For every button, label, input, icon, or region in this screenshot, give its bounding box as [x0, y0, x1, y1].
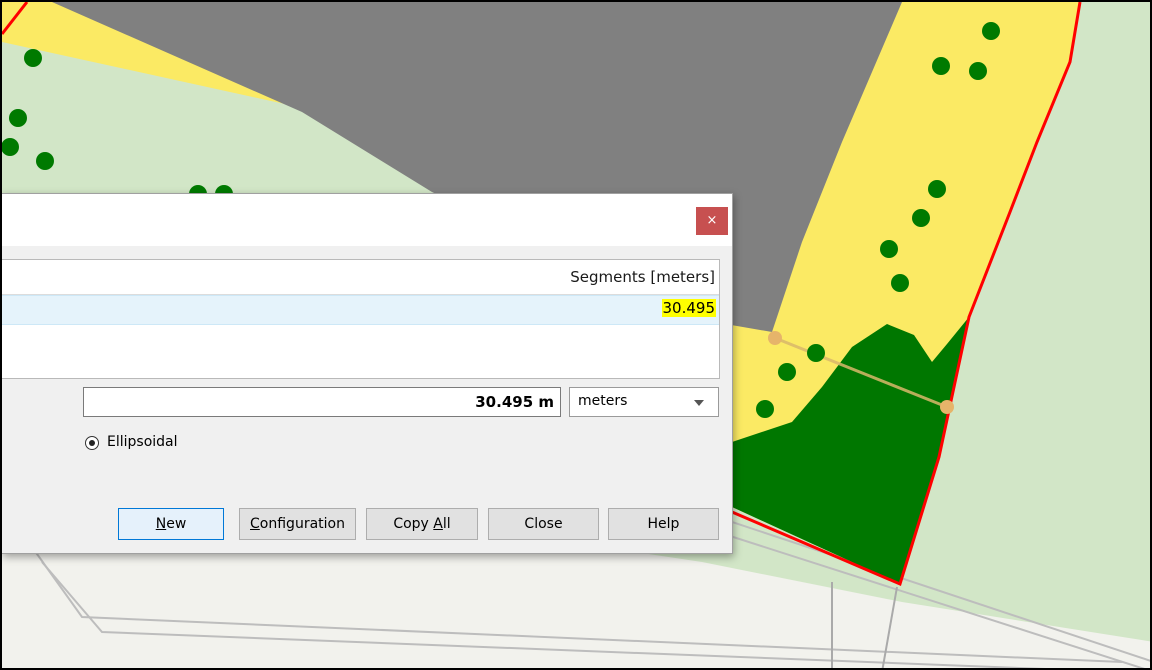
- ellipsoidal-radio[interactable]: [85, 436, 99, 450]
- chevron-down-icon: [694, 400, 704, 406]
- total-length-value: 30.495 m: [475, 393, 554, 411]
- total-length-field[interactable]: 30.495 m: [83, 387, 561, 417]
- tree-point: [756, 400, 774, 418]
- tree-point: [778, 363, 796, 381]
- tree-point: [807, 344, 825, 362]
- table-header: Segments [meters]: [2, 260, 719, 295]
- tree-point: [912, 209, 930, 227]
- segment-value-cell: 30.495: [661, 299, 716, 317]
- help-button[interactable]: Help: [608, 508, 719, 540]
- new-button[interactable]: New: [118, 508, 224, 540]
- tree-point: [9, 109, 27, 127]
- segments-table[interactable]: Segments [meters] 30.495: [2, 259, 720, 379]
- tree-point: [36, 152, 54, 170]
- configuration-button[interactable]: Configuration: [239, 508, 356, 540]
- measure-vertex: [940, 400, 954, 414]
- copy-all-button[interactable]: Copy All: [366, 508, 478, 540]
- tree-point: [932, 57, 950, 75]
- close-icon[interactable]: ×: [696, 207, 728, 235]
- configuration-button-label: onfiguration: [259, 516, 345, 532]
- tree-point: [969, 62, 987, 80]
- copy-all-button-mnemonic: A: [433, 516, 443, 532]
- copy-all-button-label-start: Copy: [393, 516, 434, 532]
- unit-select[interactable]: meters: [569, 387, 719, 417]
- table-row[interactable]: 30.495: [2, 295, 719, 325]
- measure-dialog: × Segments [meters] 30.495 30.495 m mete…: [2, 193, 733, 554]
- new-button-label: ew: [166, 516, 187, 532]
- tree-point: [982, 22, 1000, 40]
- copy-all-button-label-end: ll: [442, 516, 451, 532]
- unit-select-value: meters: [578, 393, 628, 409]
- new-button-mnemonic: N: [155, 516, 167, 532]
- ellipsoidal-label[interactable]: Ellipsoidal: [107, 434, 178, 450]
- tree-point: [891, 274, 909, 292]
- segments-column-header[interactable]: Segments [meters]: [570, 268, 715, 286]
- close-button[interactable]: Close: [488, 508, 599, 540]
- measure-vertex: [768, 331, 782, 345]
- radio-selected-dot: [89, 440, 95, 446]
- dialog-titlebar[interactable]: ×: [2, 194, 732, 246]
- configuration-button-mnemonic: C: [250, 516, 260, 532]
- tree-point: [880, 240, 898, 258]
- tree-point: [928, 180, 946, 198]
- screenshot-frame: × Segments [meters] 30.495 30.495 m mete…: [0, 0, 1152, 670]
- tree-point: [24, 49, 42, 67]
